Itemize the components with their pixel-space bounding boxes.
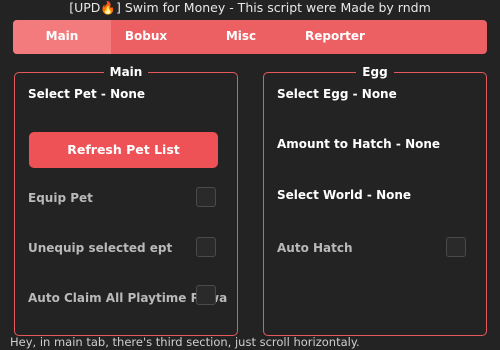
egg-section: Egg Select Egg - None Amount to Hatch - … — [263, 65, 487, 336]
unequip-pet-checkbox[interactable] — [196, 237, 216, 257]
window-title: [UPD🔥] Swim for Money - This script were… — [69, 0, 431, 15]
equip-pet-checkbox[interactable] — [196, 187, 216, 207]
refresh-pet-list-button[interactable]: Refresh Pet List — [29, 132, 218, 168]
footer-hint: Hey, in main tab, there's third section,… — [10, 335, 360, 349]
equip-pet-label: Equip Pet — [28, 191, 93, 205]
unequip-pet-label: Unequip selected ept — [28, 241, 173, 255]
tab-reporter[interactable]: Reporter — [295, 20, 375, 54]
tab-misc[interactable]: Misc — [211, 20, 271, 54]
auto-claim-checkbox[interactable] — [196, 285, 216, 305]
tab-main[interactable]: Main — [13, 20, 111, 54]
tab-bar: Main Bobux Misc Reporter — [13, 20, 487, 54]
main-section: Main Select Pet - None Refresh Pet List … — [14, 65, 238, 336]
select-pet-dropdown[interactable]: Select Pet - None — [28, 87, 145, 101]
select-egg-dropdown[interactable]: Select Egg - None — [277, 87, 397, 101]
select-world-dropdown[interactable]: Select World - None — [277, 188, 411, 202]
amount-to-hatch-dropdown[interactable]: Amount to Hatch - None — [277, 137, 440, 151]
egg-section-title: Egg — [264, 64, 486, 80]
tab-bobux[interactable]: Bobux — [111, 20, 181, 54]
main-section-title: Main — [15, 64, 237, 80]
auto-hatch-label: Auto Hatch — [277, 241, 353, 255]
auto-hatch-checkbox[interactable] — [446, 237, 466, 257]
